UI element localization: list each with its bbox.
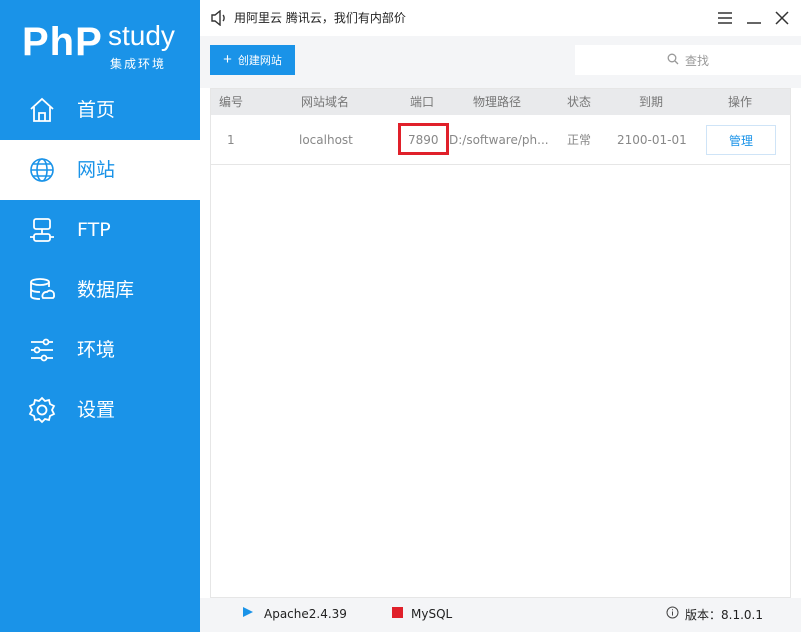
play-icon	[242, 606, 254, 622]
sidebar-nav: 首页 网站 FTP 数据库 环境 设置	[0, 80, 200, 440]
sidebar-item-label: 设置	[77, 399, 116, 421]
header-path: 物理路径	[473, 95, 522, 109]
sidebar-item-home[interactable]: 首页	[0, 80, 200, 140]
sidebar-item-label: 网站	[77, 159, 116, 181]
logo-subtitle: 集成环境	[110, 57, 167, 71]
table-header: 编号 网站域名 端口 物理路径 状态 到期 操作	[211, 89, 790, 115]
database-icon	[27, 275, 57, 305]
toolbar: + 创建网站 查找	[200, 36, 801, 88]
info-icon	[666, 606, 679, 623]
create-website-button[interactable]: + 创建网站	[210, 45, 295, 75]
sidebar-item-ftp[interactable]: FTP	[0, 200, 200, 260]
logo-php-text: PhP	[22, 20, 103, 64]
header-expire: 到期	[639, 95, 664, 109]
port-highlight-box	[398, 123, 449, 155]
website-table: 编号 网站域名 端口 物理路径 状态 到期 操作 1 localhost 789…	[210, 88, 791, 598]
gear-icon	[27, 395, 57, 425]
minimize-icon[interactable]	[744, 8, 764, 28]
cell-id: 1	[227, 133, 235, 147]
globe-icon	[27, 155, 57, 185]
apache-service[interactable]: Apache2.4.39	[242, 606, 347, 622]
announcement-link[interactable]: 用阿里云 腾讯云，我们有内部价	[234, 10, 406, 26]
plus-icon: +	[223, 51, 232, 68]
stop-icon	[392, 606, 403, 622]
version-label: 版本：8.1.0.1	[685, 607, 763, 622]
search-placeholder: 查找	[684, 53, 709, 68]
create-website-label: 创建网站	[237, 55, 282, 67]
sidebar-item-settings[interactable]: 设置	[0, 380, 200, 440]
mysql-service[interactable]: MySQL	[392, 606, 452, 622]
manage-button[interactable]: 管理	[706, 125, 776, 155]
menu-icon[interactable]	[715, 8, 735, 28]
cell-expire: 2100-01-01	[617, 133, 687, 147]
header-domain: 网站域名	[301, 95, 350, 109]
search-icon	[667, 53, 679, 68]
app-logo: PhP study 集成环境	[0, 0, 200, 80]
cell-path: D:/software/ph...	[449, 133, 549, 147]
version-info: 版本：8.1.0.1	[666, 606, 763, 623]
speaker-icon	[210, 9, 228, 27]
sidebar-item-database[interactable]: 数据库	[0, 260, 200, 320]
status-bar: Apache2.4.39 MySQL 版本：8.1.0.1	[200, 598, 801, 632]
sidebar-item-label: 数据库	[77, 279, 135, 301]
header-status: 状态	[567, 95, 592, 109]
sidebar-item-website[interactable]: 网站	[0, 140, 200, 200]
cell-domain: localhost	[299, 133, 353, 147]
sidebar-item-environment[interactable]: 环境	[0, 320, 200, 380]
logo-study-text: study	[108, 20, 175, 51]
sidebar-item-label: 首页	[77, 99, 116, 121]
ftp-server-icon	[27, 215, 57, 245]
home-icon	[27, 95, 57, 125]
search-input[interactable]: 查找	[575, 45, 801, 75]
header-action: 操作	[728, 95, 753, 109]
table-row[interactable]: 1 localhost 7890 D:/software/ph... 正常 21…	[211, 115, 790, 165]
sidebar: PhP study 集成环境 首页 网站 FTP 数据库 环境 设置	[0, 0, 200, 632]
header-port: 端口	[410, 95, 435, 109]
mysql-label: MySQL	[411, 607, 453, 621]
header-id: 编号	[219, 95, 244, 109]
apache-label: Apache2.4.39	[264, 607, 347, 621]
sidebar-item-label: 环境	[77, 339, 116, 361]
close-icon[interactable]	[772, 8, 792, 28]
sidebar-item-label: FTP	[77, 219, 111, 241]
sliders-icon	[27, 335, 57, 365]
title-bar: 用阿里云 腾讯云，我们有内部价	[200, 0, 801, 36]
cell-status: 正常	[567, 133, 592, 147]
